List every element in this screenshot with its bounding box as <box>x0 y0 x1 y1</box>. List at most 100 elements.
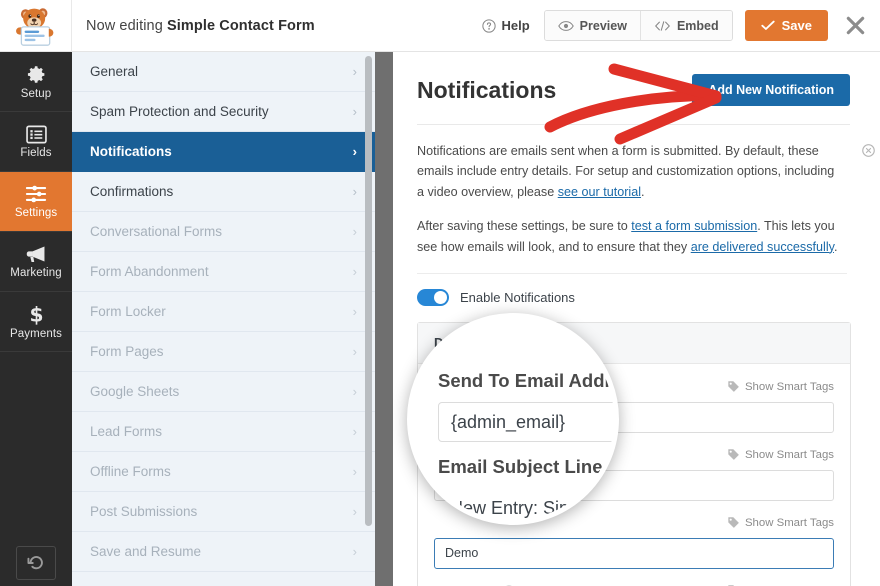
show-smart-tags-button[interactable]: Show Smart Tags <box>727 380 834 393</box>
magnified-subject-input[interactable]: New Entry: Simple <box>438 488 614 520</box>
settings-item-label: Form Abandonment <box>90 264 209 279</box>
close-builder-button[interactable] <box>844 15 866 37</box>
magnified-send-to-label: Send To Email Address <box>438 370 614 391</box>
settings-item-lead-forms[interactable]: Lead Forms › <box>72 412 375 452</box>
editing-title: Now editing Simple Contact Form <box>86 18 315 34</box>
settings-item-label: Save and Resume <box>90 544 202 559</box>
description-text-2: . <box>641 184 645 199</box>
top-toolbar: Now editing Simple Contact Form Help Pre… <box>0 0 880 52</box>
notifications-header: Notifications Add New Notification <box>417 74 850 125</box>
settings-nav-list: General › Spam Protection and Security › Not… <box>72 52 375 572</box>
test-form-submission-link[interactable]: test a form submission <box>631 219 757 233</box>
embed-button[interactable]: Embed <box>639 11 732 40</box>
enable-notifications-label: Enable Notifications <box>460 289 575 305</box>
settings-item-confirmations[interactable]: Confirmations › <box>72 172 375 212</box>
rail-item-settings[interactable]: Settings <box>0 172 72 232</box>
enable-notifications-toggle[interactable] <box>417 288 449 306</box>
notifications-description: Notifications are emails sent when a for… <box>417 141 875 202</box>
page-title: Notifications <box>417 76 557 103</box>
rail-item-payments[interactable]: $ Payments <box>0 292 72 352</box>
show-smart-tags-button[interactable]: Show Smart Tags <box>727 516 834 529</box>
field-input[interactable]: Demo <box>434 537 834 569</box>
rail-label-marketing: Marketing <box>10 267 62 279</box>
save-label: Save <box>781 18 812 33</box>
preview-button[interactable]: Preview <box>544 11 640 40</box>
question-circle-icon <box>481 18 496 33</box>
settings-item-post-submissions[interactable]: Post Submissions › <box>72 492 375 532</box>
tag-icon <box>728 449 739 461</box>
settings-nav-panel: General › Spam Protection and Security › Not… <box>72 52 375 586</box>
description2-text-3: . <box>833 239 838 254</box>
settings-item-form-abandonment[interactable]: Form Abandonment › <box>72 252 375 292</box>
show-smart-tags-label: Show Smart Tags <box>744 380 834 393</box>
settings-item-label: General <box>90 64 139 79</box>
settings-item-label: Conversational Forms <box>90 224 223 239</box>
gear-icon <box>27 65 44 83</box>
settings-item-conversational-forms[interactable]: Conversational Forms › <box>72 212 375 252</box>
rail-item-setup[interactable]: Setup <box>0 52 72 112</box>
panel-divider <box>375 52 393 586</box>
chevron-right-icon: › <box>352 304 357 319</box>
preview-embed-group: Preview Embed <box>543 10 733 41</box>
rail-label-setup: Setup <box>20 87 52 100</box>
embed-label: Embed <box>676 18 719 33</box>
chevron-right-icon: › <box>352 224 357 239</box>
settings-item-label: Google Sheets <box>90 384 180 399</box>
rail-label-fields: Fields <box>20 146 52 159</box>
settings-item-label: Offline Forms <box>90 464 171 479</box>
megaphone-icon <box>26 246 44 262</box>
show-smart-tags-label: Show Smart Tags <box>744 448 834 461</box>
chevron-right-icon: › <box>352 544 357 559</box>
rail-item-fields[interactable]: Fields <box>0 112 72 172</box>
tag-icon <box>728 381 739 393</box>
settings-item-label: Spam Protection and Security <box>90 104 269 119</box>
notifications-description-2: After saving these settings, be sure to … <box>417 216 847 274</box>
settings-item-label: Confirmations <box>90 184 174 199</box>
dismiss-notice-button[interactable] <box>862 143 875 157</box>
settings-item-notifications[interactable]: Notifications › <box>72 132 375 172</box>
chevron-right-icon: › <box>352 264 357 279</box>
add-new-notification-button[interactable]: Add New Notification <box>692 74 850 106</box>
undo-revert-icon <box>27 556 43 570</box>
settings-item-form-locker[interactable]: Form Locker › <box>72 292 375 332</box>
list-icon <box>25 125 47 143</box>
rail-label-settings: Settings <box>14 207 58 219</box>
magnifier-content: Send To Email Address {admin_email} Emai… <box>412 318 614 520</box>
settings-item-label: Notifications <box>90 144 172 159</box>
show-smart-tags-button[interactable]: Show Smart Tags <box>727 448 834 461</box>
magnified-send-to-input[interactable]: {admin_email} <box>438 402 614 442</box>
close-x-icon <box>846 16 864 35</box>
settings-item-google-sheets[interactable]: Google Sheets › <box>72 372 375 412</box>
chevron-right-icon: › <box>352 384 357 399</box>
undo-container <box>0 546 72 580</box>
settings-item-label: Post Submissions <box>90 504 198 519</box>
rail-item-marketing[interactable]: Marketing <box>0 232 72 292</box>
editing-prefix: Now editing <box>86 17 167 34</box>
settings-list-scrollbar[interactable] <box>365 56 372 526</box>
settings-item-offline-forms[interactable]: Offline Forms › <box>72 452 375 492</box>
field-label-row: From EmailShow Smart Tags <box>434 582 834 586</box>
notification-field: From EmailShow Smart Tags{admin_email} <box>434 582 834 586</box>
show-smart-tags-label: Show Smart Tags <box>744 516 834 529</box>
save-button[interactable]: Save <box>744 10 828 41</box>
magnified-subject-label: Email Subject Line <box>438 456 603 477</box>
code-icon <box>655 20 670 31</box>
dollar-icon: $ <box>29 303 43 325</box>
help-label: Help <box>501 18 530 33</box>
settings-item-save-and-resume[interactable]: Save and Resume › <box>72 532 375 572</box>
undo-button[interactable] <box>16 546 56 580</box>
chevron-right-icon: › <box>352 424 357 439</box>
see-our-tutorial-link[interactable]: see our tutorial <box>558 185 641 199</box>
settings-item-form-pages[interactable]: Form Pages › <box>72 332 375 372</box>
chevron-right-icon: › <box>352 144 357 159</box>
wpforms-bear-logo-icon <box>15 7 53 46</box>
delivered-successfully-link[interactable]: are delivered successfully <box>691 240 834 254</box>
help-button[interactable]: Help <box>468 18 544 33</box>
toolbar-actions: Help Preview Embed Save <box>468 0 880 52</box>
chevron-right-icon: › <box>352 184 357 199</box>
settings-item-spam-protection-and-security[interactable]: Spam Protection and Security › <box>72 92 375 132</box>
form-name: Simple Contact Form <box>167 17 315 34</box>
eye-icon <box>557 20 574 31</box>
settings-item-label: Lead Forms <box>90 424 163 439</box>
settings-item-general[interactable]: General › <box>72 52 375 92</box>
